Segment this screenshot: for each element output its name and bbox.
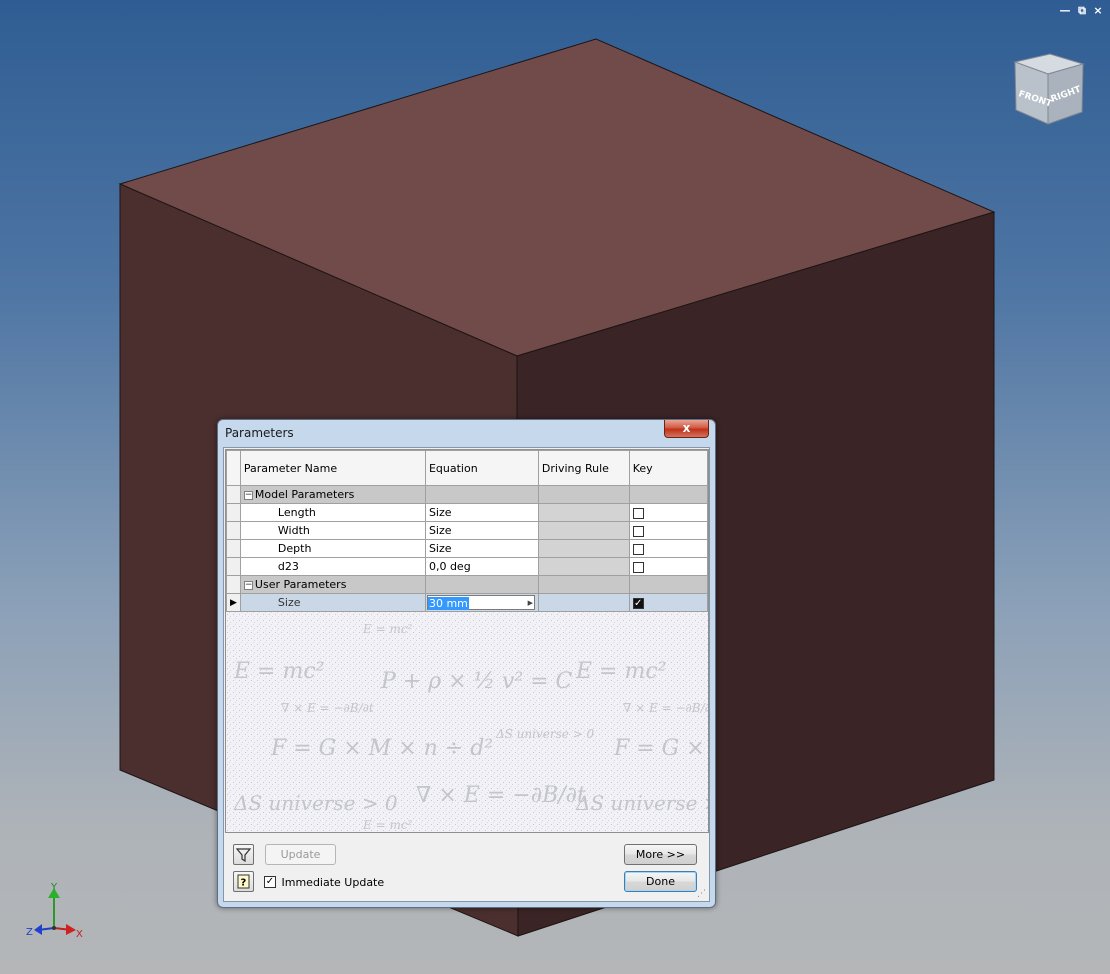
equation-dropdown-arrow-icon[interactable]: ▶ xyxy=(528,596,533,611)
driving-rule-cell xyxy=(537,593,630,612)
key-checkbox-checked[interactable]: ✓ xyxy=(632,597,644,609)
parameter-name-cell[interactable]: Width xyxy=(239,521,426,540)
collapse-toggle-icon[interactable]: − xyxy=(243,580,253,590)
parameter-row-depth[interactable]: Depth Size xyxy=(226,539,708,558)
group-row-model-parameters[interactable]: − Model Parameters xyxy=(226,485,708,504)
svg-text:?: ? xyxy=(241,878,247,889)
driving-rule-cell xyxy=(537,539,630,558)
key-cell: ✓ xyxy=(628,593,708,612)
row-selector[interactable] xyxy=(226,575,241,594)
parameters-table: Parameter Name Equation Driving Rule Key… xyxy=(226,450,708,612)
parameters-grid[interactable]: E = mc² P + ρ × ½ v² = C E = mc² ∇ × E =… xyxy=(225,449,709,833)
key-checkbox[interactable] xyxy=(632,507,644,519)
filter-icon xyxy=(235,848,252,863)
parameter-name-cell[interactable]: d23 xyxy=(239,557,426,576)
dialog-title: Parameters xyxy=(225,426,294,440)
equation-edit-text: 30 mm xyxy=(427,597,469,610)
svg-text:F = G × M: F = G × M xyxy=(613,736,708,761)
more-button[interactable]: More >> xyxy=(624,844,697,865)
column-header-parameter-name[interactable]: Parameter Name xyxy=(239,450,426,486)
parameter-name-cell[interactable]: Length xyxy=(239,503,426,522)
svg-text:∇ × E = −∂B/∂t: ∇ × E = −∂B/∂t xyxy=(416,783,586,808)
parameter-row-d23[interactable]: d23 0,0 deg xyxy=(226,557,708,576)
parameter-row-length[interactable]: Length Size xyxy=(226,503,708,522)
row-selector[interactable] xyxy=(226,557,241,576)
group-row-user-parameters[interactable]: − User Parameters xyxy=(226,575,708,594)
equation-cell[interactable]: 0,0 deg xyxy=(424,557,539,576)
equation-cell[interactable]: Size xyxy=(424,521,539,540)
driving-rule-cell xyxy=(537,521,630,540)
group-name-cell: − User Parameters xyxy=(239,575,426,594)
parameter-name-cell[interactable]: Size xyxy=(239,593,426,612)
axis-z-label: Z xyxy=(26,927,33,938)
filter-button[interactable] xyxy=(233,844,254,865)
parameters-dialog: Parameters x E = mc² P + ρ × ½ v² = C E … xyxy=(217,419,716,908)
equation-cell[interactable]: 30 mm ▶ xyxy=(424,593,539,612)
row-selector[interactable]: ▶ xyxy=(226,593,241,612)
svg-text:E = mc²: E = mc² xyxy=(362,622,413,636)
help-button[interactable]: ? xyxy=(233,871,254,892)
current-row-indicator-icon: ▶ xyxy=(229,597,237,608)
equation-cell[interactable]: Size xyxy=(424,503,539,522)
immediate-update-label: Immediate Update xyxy=(281,875,385,889)
close-icon: x xyxy=(682,421,691,435)
group-name-cell: − Model Parameters xyxy=(239,485,426,504)
column-header-key[interactable]: Key xyxy=(628,450,708,486)
svg-text:E = mc²: E = mc² xyxy=(362,818,413,832)
key-cell xyxy=(628,557,708,576)
key-cell xyxy=(628,521,708,540)
restore-icon[interactable]: ⧉ xyxy=(1076,5,1088,17)
immediate-update-option[interactable]: ✓ Immediate Update xyxy=(264,875,384,889)
equation-edit-field[interactable]: 30 mm ▶ xyxy=(426,595,535,611)
header-row: Parameter Name Equation Driving Rule Key xyxy=(226,450,708,486)
minimize-icon[interactable]: — xyxy=(1059,5,1071,17)
svg-text:ΔS universe > 0: ΔS universe > 0 xyxy=(233,791,398,815)
group-label: User Parameters xyxy=(254,578,347,591)
group-label: Model Parameters xyxy=(254,488,355,501)
row-selector[interactable] xyxy=(226,539,241,558)
row-selector[interactable] xyxy=(226,503,241,522)
svg-text:ΔS universe > 0: ΔS universe > 0 xyxy=(495,727,595,741)
key-cell xyxy=(628,503,708,522)
parameter-row-size[interactable]: ▶ Size 30 mm ▶ ✓ xyxy=(226,593,708,612)
immediate-update-checkbox[interactable]: ✓ xyxy=(264,876,276,888)
collapse-toggle-icon[interactable]: − xyxy=(243,490,253,500)
header-select-column xyxy=(226,450,241,486)
driving-rule-cell xyxy=(537,503,630,522)
row-selector[interactable] xyxy=(226,485,241,504)
svg-text:ΔS universe > 0: ΔS universe > 0 xyxy=(575,791,708,815)
row-selector[interactable] xyxy=(226,521,241,540)
close-window-icon[interactable]: × xyxy=(1092,5,1104,17)
axis-triad: Y X Z xyxy=(26,882,83,940)
column-header-equation[interactable]: Equation xyxy=(424,450,539,486)
viewcube[interactable]: FRONT RIGHT xyxy=(1013,53,1085,125)
svg-text:E = mc²: E = mc² xyxy=(233,659,324,684)
svg-text:E = mc²: E = mc² xyxy=(575,659,666,684)
svg-text:F = G × M × n ÷ d²: F = G × M × n ÷ d² xyxy=(270,736,493,761)
axis-x-label: X xyxy=(76,929,83,940)
update-button[interactable]: Update xyxy=(265,844,336,865)
help-icon: ? xyxy=(237,874,250,889)
column-header-driving-rule[interactable]: Driving Rule xyxy=(537,450,630,486)
svg-text:P + ρ × ½ v² = C: P + ρ × ½ v² = C xyxy=(380,669,573,694)
parameter-name-cell[interactable]: Depth xyxy=(239,539,426,558)
done-button[interactable]: Done xyxy=(624,871,697,892)
key-cell xyxy=(628,539,708,558)
key-checkbox[interactable] xyxy=(632,543,644,555)
key-checkbox[interactable] xyxy=(632,561,644,573)
axis-y-label: Y xyxy=(50,882,58,893)
key-checkbox[interactable] xyxy=(632,525,644,537)
parameter-row-width[interactable]: Width Size xyxy=(226,521,708,540)
resize-grip-icon[interactable]: ⋰ xyxy=(697,889,707,899)
dialog-client: E = mc² P + ρ × ½ v² = C E = mc² ∇ × E =… xyxy=(223,447,710,902)
svg-text:∇ × E = −∂B/∂t: ∇ × E = −∂B/∂t xyxy=(281,701,374,715)
driving-rule-cell xyxy=(537,557,630,576)
close-dialog-button[interactable]: x xyxy=(664,420,709,438)
equation-cell[interactable]: Size xyxy=(424,539,539,558)
svg-text:∇ × E = −∂B/∂t: ∇ × E = −∂B/∂t xyxy=(623,701,708,715)
